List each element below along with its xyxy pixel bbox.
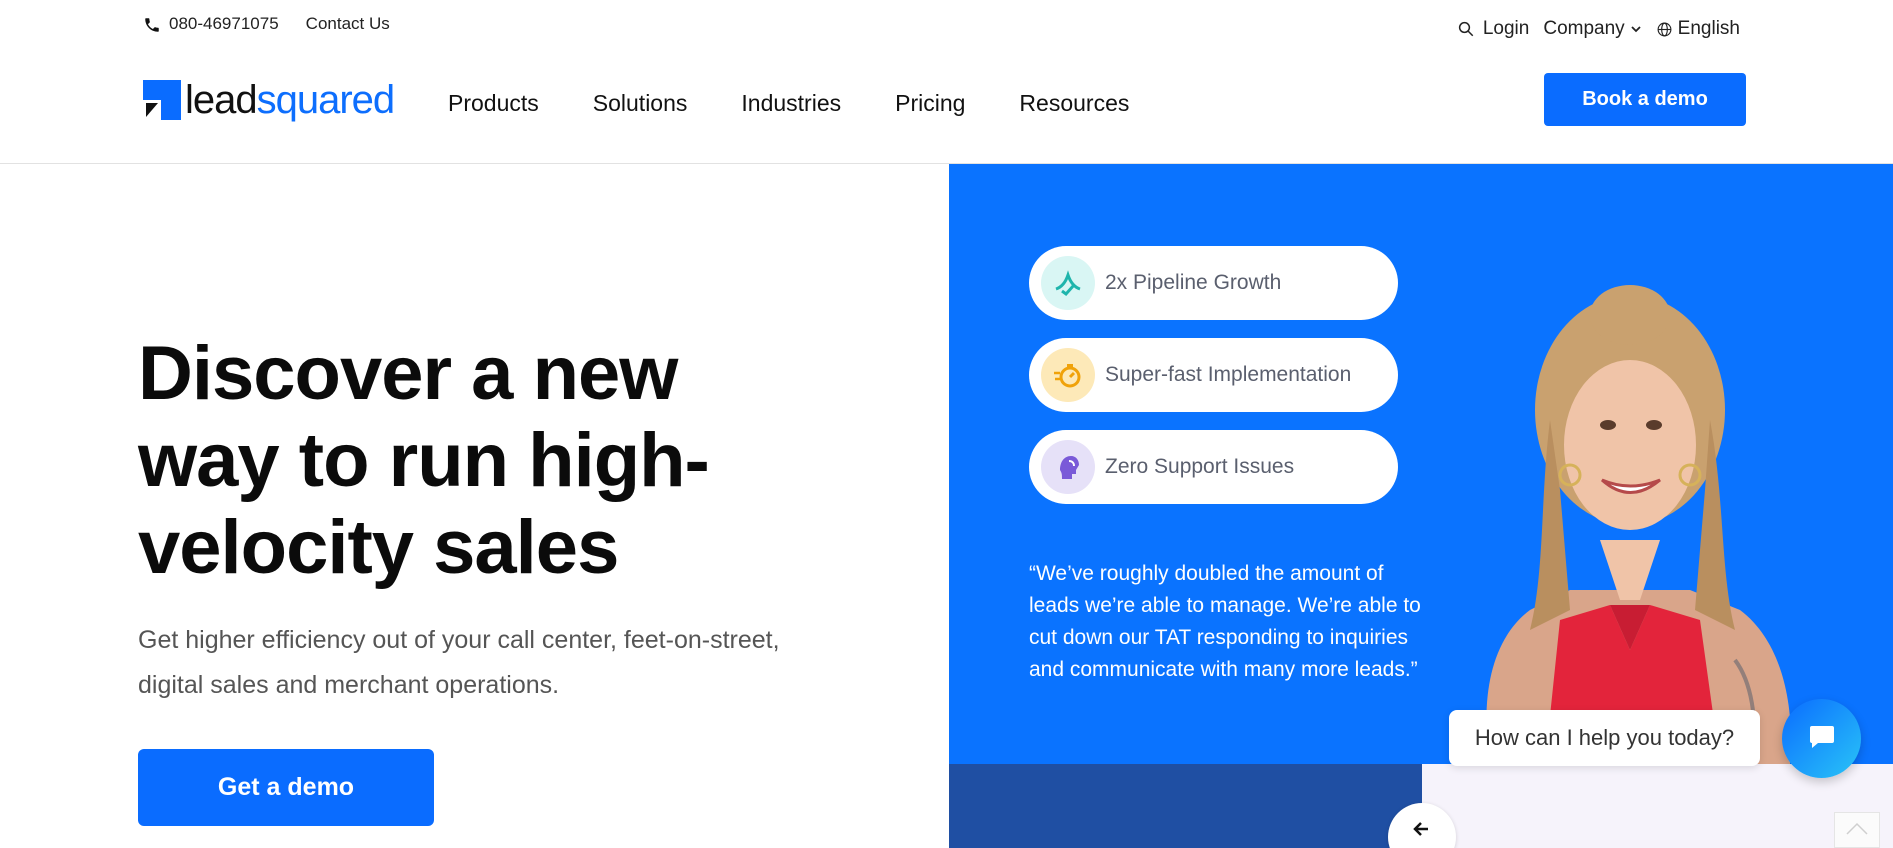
highlight-label: Zero Support Issues [1105,455,1295,478]
highlight-label: Super-fast Implementation [1105,363,1352,386]
contact-us-link[interactable]: Contact Us [306,14,390,34]
phone-icon [143,16,163,36]
logo-text-squared: squared [256,78,396,122]
support-headset-icon [1041,440,1095,494]
get-demo-button[interactable]: Get a demo [138,749,434,826]
leadsquared-logo[interactable]: leadsquared [143,78,396,122]
chat-icon [1807,721,1837,756]
highlight-pill-support: Zero Support Issues [1029,430,1398,504]
book-demo-button[interactable]: Book a demo [1544,73,1746,126]
nav-item-industries[interactable]: Industries [741,90,841,117]
chevron-down-icon [1630,23,1642,35]
stopwatch-icon [1041,348,1095,402]
language-selector[interactable]: English [1656,18,1740,40]
logo-mark-icon [143,80,181,120]
chevron-up-icon [1844,820,1870,841]
highlight-pill-implementation: Super-fast Implementation [1029,338,1398,412]
nav-item-pricing[interactable]: Pricing [895,90,965,117]
login-link[interactable]: Login [1483,18,1530,40]
chat-prompt-bubble[interactable]: How can I help you today? [1449,710,1760,766]
company-dropdown[interactable]: Company [1543,18,1641,40]
logo-text-lead: lead [185,78,258,122]
main-nav: Products Solutions Industries Pricing Re… [448,90,1183,117]
topbar-utilities: Login Company English [1443,18,1740,40]
language-label: English [1677,18,1740,39]
highlight-pill-pipeline: 2x Pipeline Growth [1029,246,1398,320]
nav-item-products[interactable]: Products [448,90,539,117]
arrow-left-icon [1412,819,1432,844]
globe-icon [1656,21,1673,38]
search-icon[interactable] [1457,20,1475,38]
chat-launcher-button[interactable] [1782,699,1861,778]
logo-text: leadsquared [185,78,396,122]
hero-title: Discover a new way to run high-velocity … [138,331,710,590]
testimonial-person-image [1486,285,1791,764]
testimonial-quote: “We’ve roughly doubled the amount of lea… [1029,562,1421,681]
nav-item-resources[interactable]: Resources [1019,90,1129,117]
highlight-label: 2x Pipeline Growth [1105,271,1282,294]
company-label: Company [1543,18,1625,39]
growth-icon [1041,256,1095,310]
carousel-strip-dark [949,764,1422,848]
topbar-contact: 080-46971075 Contact Us [143,12,390,36]
nav-item-solutions[interactable]: Solutions [593,90,688,117]
hero-subtitle: Get higher efficiency out of your call c… [138,626,780,699]
phone-number[interactable]: 080-46971075 [169,14,279,34]
scroll-to-top-button[interactable] [1834,812,1880,848]
